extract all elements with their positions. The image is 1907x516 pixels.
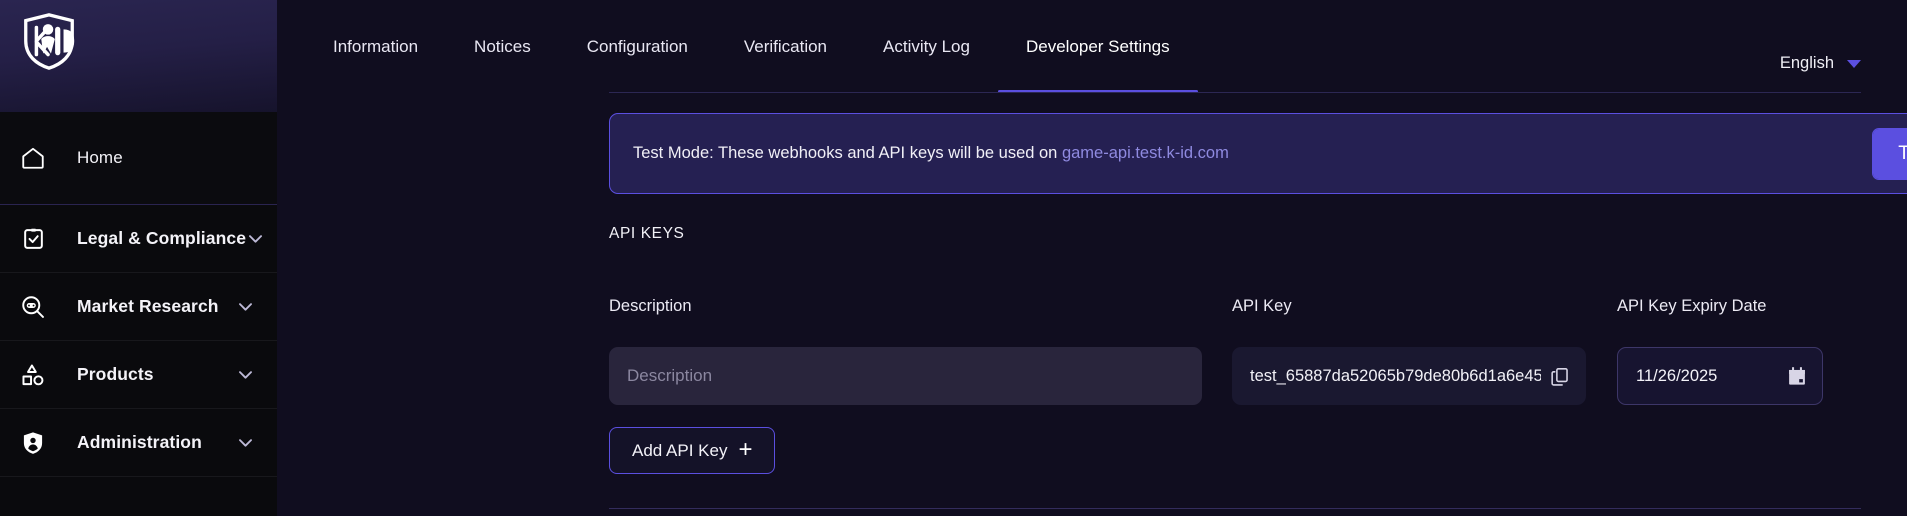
mode-toggle-group: Test Live (1872, 128, 1907, 180)
tab-label: Developer Settings (998, 0, 1198, 93)
clipboard-check-icon (18, 224, 48, 254)
chevron-down-icon[interactable] (236, 433, 255, 452)
sidebar-item-label: Administration (77, 432, 202, 453)
tab-notices[interactable]: Notices (446, 0, 559, 93)
shapes-icon (18, 360, 48, 390)
tab-label: Notices (446, 0, 559, 93)
api-keys-column-headers: Description API Key API Key Expiry Date (609, 297, 1907, 317)
k-id-shield-logo (18, 10, 80, 72)
tab-verification[interactable]: Verification (716, 0, 855, 93)
tab-activity-log[interactable]: Activity Log (855, 0, 998, 93)
language-label: English (1780, 54, 1834, 73)
plus-icon: + (738, 438, 752, 462)
tab-label: Verification (716, 0, 855, 93)
sidebar-item-products[interactable]: Products (0, 341, 277, 409)
column-header-api-key-expiry-date: API Key Expiry Date (1617, 297, 1766, 316)
sidebar-item-label: Legal & Compliance (77, 228, 246, 249)
tab-label: Information (305, 0, 446, 93)
description-input[interactable]: Description (609, 347, 1202, 405)
sidebar-item-market-research[interactable]: Market Research (0, 273, 277, 341)
sidebar: Home Legal & Compliance (0, 0, 277, 516)
page-topbar: Information Notices Configuration Verifi… (277, 0, 1907, 93)
sidebar-item-label: Products (77, 364, 154, 385)
calendar-icon[interactable] (1786, 365, 1808, 387)
tab-developer-settings[interactable]: Developer Settings (998, 0, 1198, 93)
test-mode-banner: Test Mode: These webhooks and API keys w… (609, 113, 1907, 194)
chevron-down-icon[interactable] (236, 297, 255, 316)
sidebar-item-label: Home (77, 148, 123, 168)
tab-information[interactable]: Information (305, 0, 446, 93)
sidebar-item-legal-compliance[interactable]: Legal & Compliance (0, 205, 277, 273)
language-selector[interactable]: English (1780, 54, 1861, 73)
sidebar-item-home[interactable]: Home (0, 112, 277, 205)
tab-configuration[interactable]: Configuration (559, 0, 716, 93)
api-key-expiry-date-input[interactable]: 11/26/2025 (1617, 347, 1823, 405)
column-header-api-key: API Key (1232, 297, 1292, 316)
chevron-down-icon[interactable] (236, 365, 255, 384)
gamepad-search-icon (18, 292, 48, 322)
sidebar-item-label: Market Research (77, 296, 219, 317)
add-api-key-button[interactable]: Add API Key + (609, 427, 775, 474)
api-key-value: test_65887da52065b79de80b6d1a6e452 (1250, 367, 1541, 386)
banner-message-prefix: Test Mode: These webhooks and API keys w… (633, 144, 1062, 162)
mode-toggle-test[interactable]: Test (1873, 129, 1907, 179)
tab-bar: Information Notices Configuration Verifi… (277, 0, 1198, 93)
expiry-date-value: 11/26/2025 (1636, 367, 1786, 386)
sidebar-brand[interactable] (0, 0, 277, 112)
chevron-down-icon[interactable] (246, 229, 265, 248)
home-icon (18, 143, 48, 173)
main-content: Information Notices Configuration Verifi… (277, 0, 1907, 516)
description-placeholder: Description (627, 366, 712, 386)
section-divider (609, 508, 1861, 509)
api-key-field[interactable]: test_65887da52065b79de80b6d1a6e452 (1232, 347, 1586, 405)
column-header-description: Description (609, 297, 692, 316)
topbar-divider (609, 92, 1861, 93)
api-key-row: Description test_65887da52065b79de80b6d1… (609, 347, 1907, 405)
mode-toggle-test-label: Test (1898, 143, 1907, 165)
sidebar-item-administration[interactable]: Administration (0, 409, 277, 477)
tab-label: Configuration (559, 0, 716, 93)
caret-down-icon (1847, 60, 1861, 68)
banner-message: Test Mode: These webhooks and API keys w… (633, 144, 1229, 163)
api-keys-section-title: API KEYS (609, 225, 684, 243)
copy-icon[interactable] (1549, 366, 1570, 387)
shield-person-icon (18, 428, 48, 458)
tab-label: Activity Log (855, 0, 998, 93)
banner-api-domain-link[interactable]: game-api.test.k-id.com (1062, 144, 1229, 162)
app-root: Home Legal & Compliance (0, 0, 1907, 516)
add-api-key-label: Add API Key (632, 441, 727, 461)
